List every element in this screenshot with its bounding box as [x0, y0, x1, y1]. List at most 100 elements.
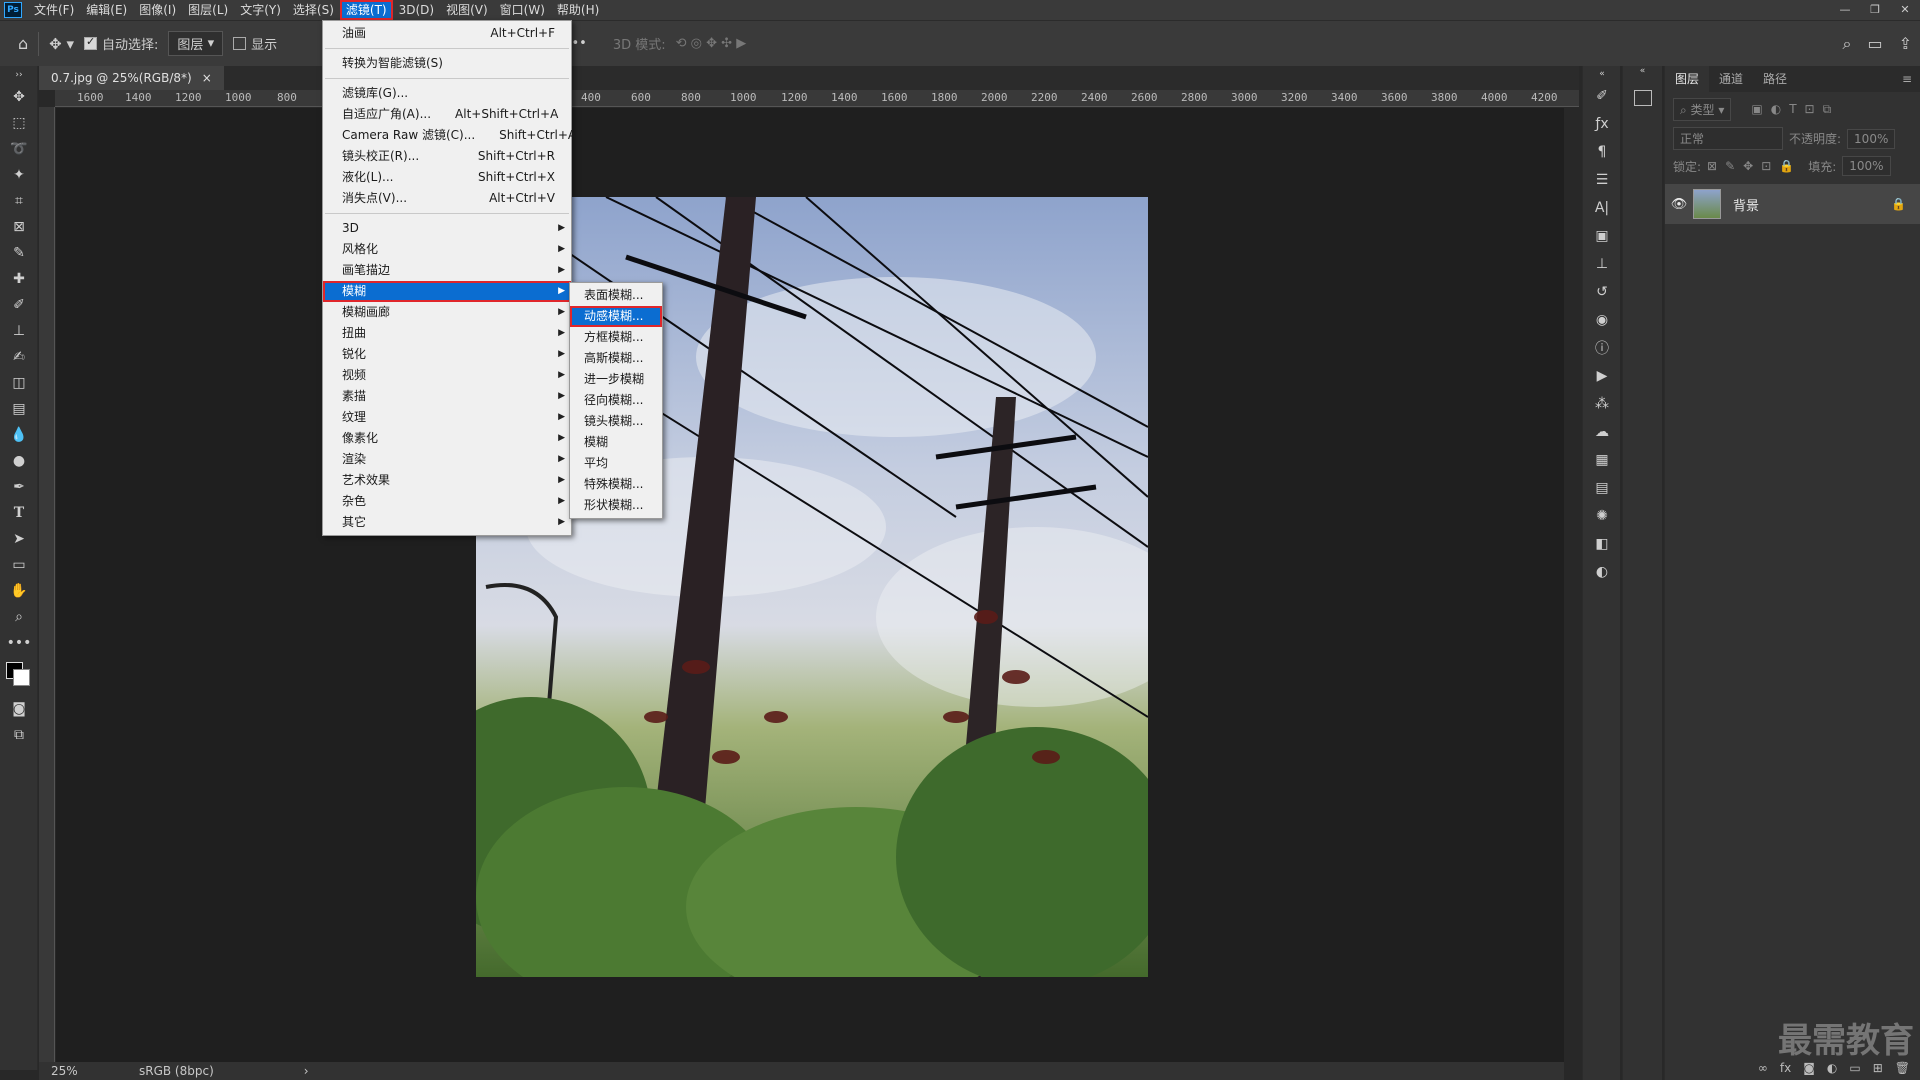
group-icon[interactable]: ▭	[1849, 1061, 1860, 1075]
channels-icon[interactable]: ◉	[1583, 306, 1621, 334]
panel-collapse-icon[interactable]: ››	[0, 66, 38, 84]
hand-tool-icon[interactable]: ✋	[0, 578, 38, 604]
filter-menu-item[interactable]: 锐化	[323, 344, 571, 365]
filter-icons[interactable]: ▣◐T⊡⧉	[1751, 102, 1839, 117]
quick-mask-icon[interactable]: ◙	[0, 696, 38, 722]
restore-icon[interactable]: ❐	[1860, 0, 1890, 20]
layer-row[interactable]: 👁 背景 🔒	[1665, 184, 1920, 224]
blur-submenu-item[interactable]: 动感模糊...	[570, 306, 662, 327]
blur-submenu-item[interactable]: 高斯模糊...	[570, 348, 662, 369]
tab-paths[interactable]: 路径	[1753, 66, 1797, 92]
history-brush-tool-icon[interactable]: ✍	[0, 344, 38, 370]
blur-submenu-item[interactable]: 平均	[570, 453, 662, 474]
filter-menu-item[interactable]: 扭曲	[323, 323, 571, 344]
menu-window[interactable]: 窗口(W)	[494, 0, 551, 20]
delete-icon[interactable]: 🗑	[1895, 1061, 1910, 1075]
filter-menu-item[interactable]: 杂色	[323, 491, 571, 512]
filter-menu-item[interactable]: 液化(L)... Shift+Ctrl+X	[323, 167, 571, 188]
filter-menu-item[interactable]: 镜头校正(R)... Shift+Ctrl+R	[323, 146, 571, 167]
menu-edit[interactable]: 编辑(E)	[80, 0, 133, 20]
pen-tool-icon[interactable]: ✒	[0, 474, 38, 500]
filter-menu-item[interactable]: 素描	[323, 386, 571, 407]
glyphs-icon[interactable]: ▣	[1583, 222, 1621, 250]
healing-brush-tool-icon[interactable]: ✚	[0, 266, 38, 292]
tab-channels[interactable]: 通道	[1709, 66, 1753, 92]
3d-mode-icons[interactable]: ⟲ ◎ ✥ ✣ ▶	[676, 36, 747, 51]
history-icon[interactable]: ↺	[1583, 278, 1621, 306]
filter-menu-item[interactable]: 艺术效果	[323, 470, 571, 491]
blur-submenu-item[interactable]: 方框模糊...	[570, 327, 662, 348]
info-icon[interactable]: ⓘ	[1583, 334, 1621, 362]
screen-mode-icon[interactable]: ⧉	[0, 722, 38, 748]
panel-collapse-icon[interactable]: «	[1623, 66, 1662, 82]
link-icon[interactable]: ∞	[1758, 1061, 1768, 1075]
layer-kind-filter[interactable]: ⌕ 类型 ▾	[1673, 98, 1732, 121]
minimize-icon[interactable]: —	[1830, 0, 1860, 20]
home-icon[interactable]: ⌂	[18, 34, 28, 53]
adjustment-layer-icon[interactable]: ◐	[1827, 1061, 1837, 1075]
character-icon[interactable]: A|	[1583, 194, 1621, 222]
zoom-level[interactable]: 25%	[39, 1064, 99, 1078]
eraser-tool-icon[interactable]: ◫	[0, 370, 38, 396]
blur-submenu-item[interactable]: 进一步模糊	[570, 369, 662, 390]
canvas-area[interactable]	[56, 108, 1564, 1062]
blur-submenu-item[interactable]: 形状模糊...	[570, 495, 662, 516]
color-icon[interactable]: ◐	[1583, 558, 1621, 586]
close-icon[interactable]: ✕	[1890, 0, 1920, 20]
share-icon[interactable]: ⇪	[1899, 34, 1912, 54]
navigator-icon[interactable]: ✺	[1583, 502, 1621, 530]
filter-menu-item[interactable]: 油画 Alt+Ctrl+F	[323, 23, 571, 44]
blur-submenu-item[interactable]: 特殊模糊...	[570, 474, 662, 495]
filter-menu-item[interactable]: 模糊画廊	[323, 302, 571, 323]
frame-tool-icon[interactable]: ⊠	[0, 214, 38, 240]
clone-source-icon[interactable]: ⊥	[1583, 250, 1621, 278]
dodge-tool-icon[interactable]: ●	[0, 448, 38, 474]
filter-menu-item[interactable]: 滤镜库(G)...	[323, 83, 571, 104]
brush-settings-icon[interactable]: ✐	[1583, 82, 1621, 110]
filter-menu-item[interactable]: 渲染	[323, 449, 571, 470]
filter-menu-item[interactable]: 转换为智能滤镜(S)	[323, 53, 571, 74]
fx-icon[interactable]: ƒx	[1583, 110, 1621, 138]
swatches-icon[interactable]: ⁂	[1583, 390, 1621, 418]
brush-tool-icon[interactable]: ✐	[0, 292, 38, 318]
filter-menu-item[interactable]: 画笔描边	[323, 260, 571, 281]
path-selection-tool-icon[interactable]: ➤	[0, 526, 38, 552]
layer-name[interactable]: 背景	[1733, 195, 1759, 214]
close-tab-icon[interactable]: ×	[202, 66, 212, 90]
document-tab[interactable]: 0.7.jpg @ 25%(RGB/8*) ×	[39, 66, 224, 90]
fill-field[interactable]: 100%	[1842, 156, 1891, 176]
filter-menu-item[interactable]: 消失点(V)... Alt+Ctrl+V	[323, 188, 571, 209]
menu-file[interactable]: 文件(F)	[28, 0, 80, 20]
table-icon[interactable]: ▦	[1583, 446, 1621, 474]
new-layer-icon[interactable]: ⊞	[1873, 1061, 1883, 1075]
blur-submenu-item[interactable]: 表面模糊...	[570, 285, 662, 306]
filter-menu-item[interactable]: 其它	[323, 512, 571, 533]
blur-tool-icon[interactable]: 💧	[0, 422, 38, 448]
rectangle-tool-icon[interactable]: ▭	[0, 552, 38, 578]
filter-menu-item[interactable]: 纹理	[323, 407, 571, 428]
blur-submenu-item[interactable]: 镜头模糊...	[570, 411, 662, 432]
libraries-icon[interactable]: ☁	[1583, 418, 1621, 446]
lasso-tool-icon[interactable]: ➰	[0, 136, 38, 162]
panel-toggle-icon[interactable]	[1633, 90, 1652, 106]
paragraph-icon[interactable]: ¶	[1583, 138, 1621, 166]
clone-stamp-tool-icon[interactable]: ⊥	[0, 318, 38, 344]
auto-select-checkbox[interactable]: 自动选择:	[84, 34, 158, 53]
magic-wand-tool-icon[interactable]: ✦	[0, 162, 38, 188]
eyedropper-tool-icon[interactable]: ✎	[0, 240, 38, 266]
filter-menu-item[interactable]: 风格化	[323, 239, 571, 260]
properties-icon[interactable]: ◧	[1583, 530, 1621, 558]
auto-select-dropdown[interactable]: 图层 ▾	[168, 31, 224, 56]
filter-menu-item[interactable]: 自适应广角(A)... Alt+Shift+Ctrl+A	[323, 104, 571, 125]
crop-tool-icon[interactable]: ⌗	[0, 188, 38, 214]
blend-mode-dropdown[interactable]: 正常	[1673, 127, 1783, 150]
visibility-eye-icon[interactable]: 👁	[1665, 197, 1693, 212]
menu-filter[interactable]: 滤镜(T)	[339, 0, 393, 20]
type-tool-icon[interactable]: T	[0, 500, 38, 526]
filter-menu-item[interactable]: 模糊	[323, 281, 571, 302]
background-color-swatch[interactable]	[13, 669, 30, 686]
gradient-tool-icon[interactable]: ▤	[0, 396, 38, 422]
menu-type[interactable]: 文字(Y)	[234, 0, 287, 20]
menu-help[interactable]: 帮助(H)	[551, 0, 605, 20]
workspace-icon[interactable]: ▭	[1867, 34, 1882, 54]
